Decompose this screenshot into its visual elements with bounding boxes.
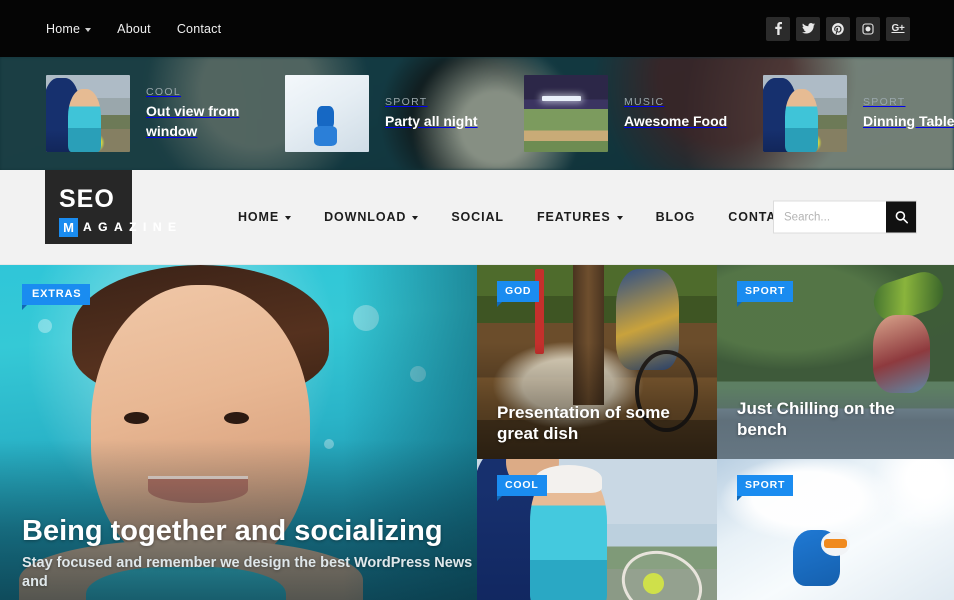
search-button[interactable] (886, 201, 916, 233)
facebook-icon[interactable] (766, 16, 790, 41)
logo-m-badge: M (59, 217, 78, 237)
cell-category-badge[interactable]: GOD (497, 281, 540, 306)
top-nav-label: Home (46, 21, 81, 36)
ticker-title: Party all night (385, 112, 478, 129)
hero-subtitle: Stay focused and remember we design the … (22, 555, 473, 591)
search-form (774, 201, 916, 233)
main-nav-label: BLOG (655, 210, 696, 224)
hero-category-badge[interactable]: EXTRAS (22, 284, 91, 310)
social-links: G+ (766, 16, 910, 41)
top-nav-label: About (117, 21, 151, 36)
chevron-down-icon (412, 216, 419, 220)
main-nav-item-home[interactable]: HOME (238, 210, 292, 224)
ticker-thumbnail (285, 75, 369, 152)
ticker-item[interactable]: SPORT Party all night (285, 75, 524, 152)
ticker-thumbnail (524, 75, 608, 152)
top-nav-item-about[interactable]: About (117, 22, 151, 36)
chevron-down-icon (285, 216, 292, 220)
grid-cell-article[interactable]: SPORT (717, 459, 954, 600)
cell-category-badge[interactable]: SPORT (737, 281, 794, 306)
logo-seo-text: SEO (59, 184, 115, 213)
cell-category-badge[interactable]: SPORT (737, 475, 794, 500)
hero-title: Being together and socializing (22, 514, 443, 547)
featured-grid: EXTRAS Being together and socializing St… (0, 265, 954, 600)
ticker-title: Dinning Table (863, 112, 954, 129)
ticker-thumbnail (763, 75, 847, 152)
instagram-icon[interactable] (856, 16, 880, 41)
ticker-category: MUSIC (624, 95, 665, 108)
ticker-items: COOL Out view from window SPORT Party al… (0, 57, 954, 170)
main-nav: HOME DOWNLOAD SOCIAL FEATURES BLOG CONTA… (238, 210, 851, 224)
hero-article[interactable]: EXTRAS Being together and socializing St… (0, 265, 477, 600)
site-logo[interactable]: SEO M AGAZINE (45, 169, 220, 265)
main-nav-label: DOWNLOAD (324, 210, 407, 224)
main-nav-item-social[interactable]: SOCIAL (451, 210, 504, 224)
top-nav-item-home[interactable]: Home (46, 21, 92, 36)
logo-magazine-text: AGAZINE (83, 220, 183, 234)
top-nav: Home About Contact (46, 22, 247, 36)
ticker-item[interactable]: MUSIC Awesome Food (524, 75, 763, 152)
grid-cell-article[interactable]: GOD Presentation of some great dish (477, 265, 717, 459)
cell-image-detail (823, 539, 848, 548)
hero-image (0, 265, 477, 600)
main-nav-label: SOCIAL (451, 210, 504, 224)
cell-image-detail (612, 540, 712, 600)
search-input[interactable] (774, 201, 886, 233)
main-nav-label: FEATURES (536, 210, 611, 224)
ticker-title: Awesome Food (624, 112, 728, 129)
top-nav-label: Contact (176, 21, 222, 36)
main-nav-item-features[interactable]: FEATURES (537, 210, 623, 224)
google-plus-label: G+ (891, 22, 905, 34)
ticker-thumbnail (46, 75, 130, 152)
ticker-item[interactable]: COOL Out view from window (46, 75, 285, 152)
grid-cells: GOD Presentation of some great dish SPOR… (477, 265, 954, 600)
pinterest-icon[interactable] (826, 16, 850, 41)
top-nav-item-contact[interactable]: Contact (177, 22, 221, 36)
cell-title: Presentation of some great dish (497, 402, 670, 444)
chevron-down-icon (85, 27, 92, 32)
grid-cell-article[interactable]: SPORT Just Chilling on the bench (717, 265, 954, 459)
grid-cell-article[interactable]: COOL (477, 459, 717, 600)
hero-image-detail (38, 318, 53, 333)
cell-title: Just Chilling on the bench (737, 398, 895, 440)
site-header: SEO M AGAZINE HOME DOWNLOAD SOCIAL FEATU… (0, 169, 954, 265)
twitter-icon[interactable] (796, 16, 820, 41)
main-nav-item-blog[interactable]: BLOG (656, 210, 696, 224)
ticker-item[interactable]: SPORT Dinning Table (763, 75, 954, 152)
ticker-category: SPORT (385, 95, 428, 108)
main-nav-label: HOME (238, 210, 280, 224)
news-ticker: COOL Out view from window SPORT Party al… (0, 57, 954, 170)
top-bar: Home About Contact G+ (0, 0, 954, 57)
ticker-title: Out view from window (146, 103, 240, 139)
cell-category-badge[interactable]: COOL (497, 475, 547, 500)
main-nav-item-download[interactable]: DOWNLOAD (324, 210, 419, 224)
ticker-category: COOL (146, 86, 181, 99)
ticker-category: SPORT (863, 95, 906, 108)
google-plus-icon[interactable]: G+ (886, 16, 910, 41)
cell-image-detail (873, 315, 931, 394)
chevron-down-icon (616, 216, 623, 220)
